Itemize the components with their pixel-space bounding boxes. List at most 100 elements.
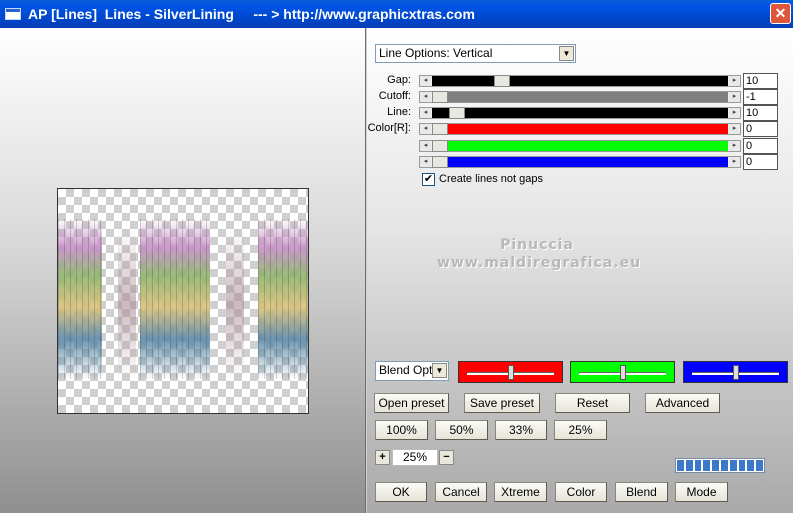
color-r-label: Color[R]: [367, 122, 411, 134]
zoom-25-button[interactable]: 25% [554, 420, 607, 440]
window-title: AP [Lines] Lines - SilverLining --- > ht… [28, 6, 475, 22]
color-b-value-field[interactable]: 0 [743, 154, 778, 170]
progress-segment [712, 460, 719, 471]
progress-segment [694, 460, 702, 471]
chevron-left-icon[interactable]: ◂ [420, 108, 431, 118]
cutoff-slider[interactable]: ◂ ▸ [419, 91, 741, 103]
zoom-100-button[interactable]: 100% [375, 420, 428, 440]
blue-swatch-slider[interactable] [683, 361, 788, 383]
chevron-right-icon[interactable]: ▸ [729, 157, 740, 167]
cutoff-slider-fill [432, 92, 728, 102]
create-lines-checkbox[interactable]: ✔ [422, 173, 435, 186]
preview-shade [226, 229, 244, 379]
chevron-left-icon[interactable]: ◂ [420, 157, 431, 167]
watermark: Pinuccia www.maldiregrafica.eu [437, 236, 642, 272]
cutoff-slider-thumb[interactable] [432, 91, 448, 103]
color-b-slider[interactable]: ◂ ▸ [419, 156, 741, 168]
cutoff-label: Cutoff: [378, 90, 411, 102]
open-preset-button[interactable]: Open preset [374, 393, 449, 413]
chevron-right-icon[interactable]: ▸ [729, 124, 740, 134]
zoom-value[interactable]: 25% [392, 449, 438, 466]
color-r-slider[interactable]: ◂ ▸ [419, 123, 741, 135]
progress-segment [703, 460, 711, 471]
color-r-value-field[interactable]: 0 [743, 121, 778, 137]
gap-label: Gap: [387, 74, 411, 86]
color-b-slider-fill [432, 157, 728, 167]
line-options-value: Line Options: Vertical [379, 46, 493, 60]
chevron-down-icon[interactable]: ▼ [559, 46, 574, 61]
chevron-left-icon[interactable]: ◂ [420, 76, 431, 86]
preview-shade [118, 229, 136, 379]
line-label: Line: [387, 106, 411, 118]
progress-segment [747, 460, 755, 471]
ok-button[interactable]: OK [375, 482, 427, 502]
color-r-slider-thumb[interactable] [432, 123, 448, 135]
blend-options-dropdown[interactable]: Blend Optio ▼ [375, 361, 449, 381]
preview-strip [58, 219, 102, 379]
color-g-slider-row: ◂ ▸ 0 [367, 138, 793, 154]
chevron-right-icon[interactable]: ▸ [729, 141, 740, 151]
progress-indicator [675, 458, 765, 473]
cutoff-value-field[interactable]: -1 [743, 89, 778, 105]
chevron-left-icon[interactable]: ◂ [420, 141, 431, 151]
gap-slider-thumb[interactable] [494, 75, 510, 87]
zoom-plus-button[interactable]: + [375, 450, 390, 465]
close-icon[interactable]: ✕ [770, 3, 791, 24]
color-g-value-field[interactable]: 0 [743, 138, 778, 154]
color-button[interactable]: Color [555, 482, 607, 502]
progress-segment [720, 460, 728, 471]
zoom-33-button[interactable]: 33% [495, 420, 547, 440]
progress-segment [729, 460, 737, 471]
blend-button[interactable]: Blend [615, 482, 668, 502]
title-bar: AP [Lines] Lines - SilverLining --- > ht… [0, 0, 793, 28]
gap-slider-row: Gap: ◂ ▸ 10 [367, 73, 793, 89]
save-preset-button[interactable]: Save preset [464, 393, 540, 413]
advanced-button[interactable]: Advanced [645, 393, 720, 413]
progress-segment [685, 460, 693, 471]
progress-segment [756, 460, 763, 471]
preview-panel [0, 28, 366, 513]
color-b-slider-row: ◂ ▸ 0 [367, 154, 793, 170]
zoom-minus-button[interactable]: − [439, 450, 454, 465]
chevron-right-icon[interactable]: ▸ [729, 108, 740, 118]
swatch-thumb[interactable] [733, 365, 739, 380]
cancel-button[interactable]: Cancel [435, 482, 487, 502]
red-swatch-slider[interactable] [458, 361, 563, 383]
create-lines-label: Create lines not gaps [439, 173, 543, 185]
chevron-down-icon[interactable]: ▼ [432, 363, 447, 378]
gap-value-field[interactable]: 10 [743, 73, 778, 89]
swatch-thumb[interactable] [508, 365, 514, 380]
green-swatch-slider[interactable] [570, 361, 675, 383]
color-g-slider[interactable]: ◂ ▸ [419, 140, 741, 152]
color-r-slider-row: Color[R]: ◂ ▸ 0 [367, 121, 793, 137]
chevron-right-icon[interactable]: ▸ [729, 92, 740, 102]
gap-slider[interactable]: ◂ ▸ [419, 75, 741, 87]
progress-segment [677, 460, 684, 471]
gap-slider-fill [432, 76, 728, 86]
zoom-50-button[interactable]: 50% [435, 420, 488, 440]
chevron-left-icon[interactable]: ◂ [420, 92, 431, 102]
line-value-field[interactable]: 10 [743, 105, 778, 121]
color-g-slider-thumb[interactable] [432, 140, 448, 152]
line-slider-row: Line: ◂ ▸ 10 [367, 105, 793, 121]
chevron-right-icon[interactable]: ▸ [729, 76, 740, 86]
color-b-slider-thumb[interactable] [432, 156, 448, 168]
chevron-left-icon[interactable]: ◂ [420, 124, 431, 134]
cutoff-slider-row: Cutoff: ◂ ▸ -1 [367, 89, 793, 105]
color-g-slider-fill [432, 141, 728, 151]
line-slider[interactable]: ◂ ▸ [419, 107, 741, 119]
watermark-name: Pinuccia [500, 237, 574, 253]
preview-strip [258, 219, 308, 379]
xtreme-button[interactable]: Xtreme [494, 482, 547, 502]
swatch-thumb[interactable] [620, 365, 626, 380]
color-r-slider-fill [432, 124, 728, 134]
preview-strip [140, 219, 210, 379]
line-slider-fill [432, 108, 728, 118]
line-options-dropdown[interactable]: Line Options: Vertical ▼ [375, 44, 576, 63]
mode-button[interactable]: Mode [675, 482, 728, 502]
window-icon [5, 8, 21, 20]
watermark-url: www.maldiregrafica.eu [437, 255, 642, 271]
reset-button[interactable]: Reset [555, 393, 630, 413]
line-slider-thumb[interactable] [449, 107, 465, 119]
progress-segment [738, 460, 746, 471]
